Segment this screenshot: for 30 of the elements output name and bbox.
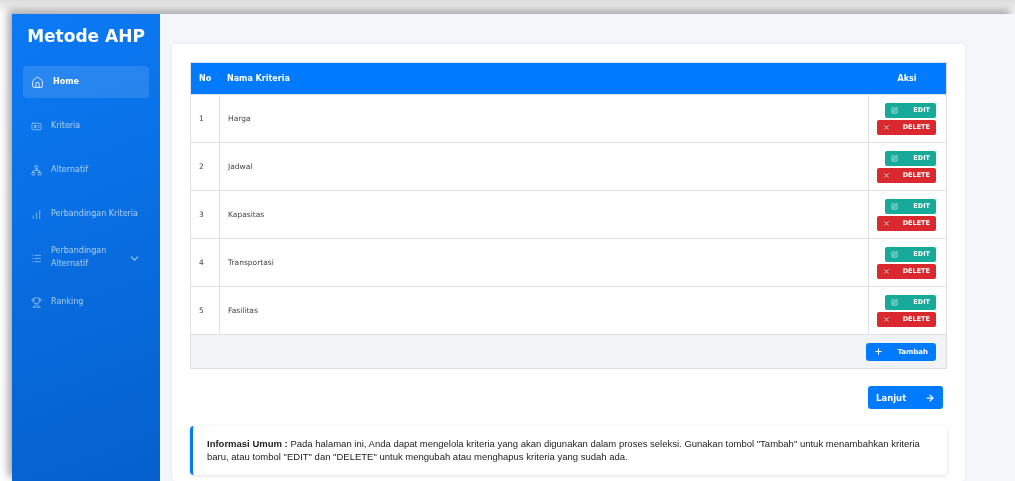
sidebar-item[interactable]: Ranking xyxy=(23,286,149,318)
edit-icon xyxy=(891,250,898,258)
id-card-icon xyxy=(31,120,42,132)
close-icon xyxy=(883,219,890,227)
edit-icon xyxy=(891,202,898,210)
bar-chart-icon xyxy=(31,208,42,220)
home-icon xyxy=(31,75,44,89)
sidebar-item[interactable]: Perbandingan Alternatif xyxy=(23,242,149,274)
info-text: Informasi Umum : Pada halaman ini, Anda dapat mengelola kriteria yang akan digunakan dalam proses seleksi. Gunakan tombol "Tambah" untuk menambahkan kriteria baru, atau tombol "EDIT" dan "DELETE" untuk mengubah atau menghapus kriteria yang sudah ada. xyxy=(207,438,920,463)
edit-icon xyxy=(891,154,898,162)
sidebar-item[interactable]: Home xyxy=(23,66,149,98)
close-icon xyxy=(883,267,890,275)
sidebar-item[interactable]: Perbandingan Kriteria xyxy=(23,198,149,230)
close-icon xyxy=(883,315,890,323)
column-header: Aksi xyxy=(897,74,917,83)
hierarchy-icon xyxy=(31,164,42,176)
arrow-right-icon xyxy=(925,392,935,403)
list-icon xyxy=(31,252,42,264)
app-title: Metode AHP xyxy=(26,26,146,46)
column-header: Nama Kriteria xyxy=(227,74,290,83)
sidebar-item[interactable]: Alternatif xyxy=(23,154,149,186)
column-header: No xyxy=(199,74,212,83)
trophy-icon xyxy=(31,296,42,308)
next-button[interactable]: Lanjut xyxy=(868,386,943,409)
edit-icon xyxy=(891,298,898,306)
plus-icon xyxy=(874,347,883,356)
close-icon xyxy=(883,123,890,131)
sidebar-item[interactable]: Kriteria xyxy=(23,110,149,142)
edit-icon xyxy=(891,106,898,114)
close-icon xyxy=(883,171,890,179)
